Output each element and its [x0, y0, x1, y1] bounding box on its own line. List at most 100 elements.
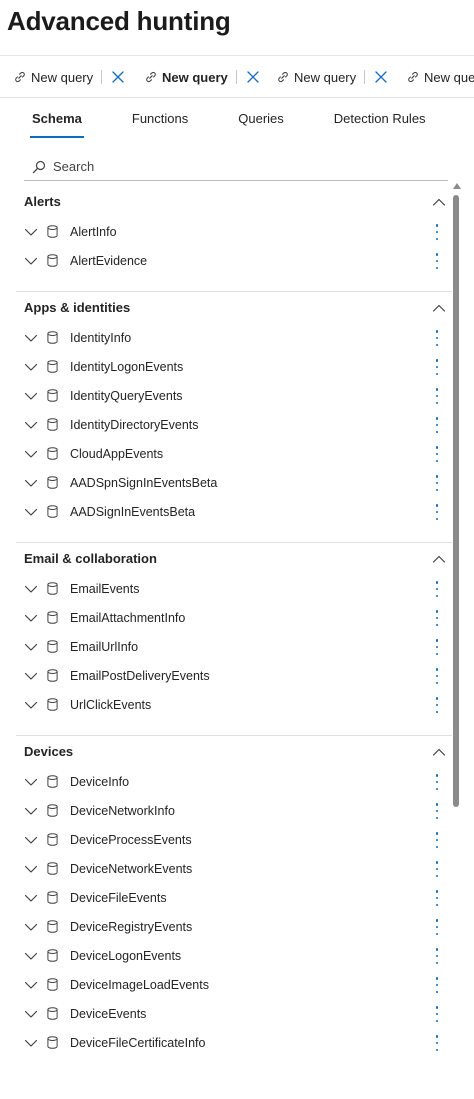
more-vertical-icon[interactable]: [434, 330, 440, 346]
database-icon: [47, 833, 58, 846]
more-vertical-icon[interactable]: [434, 639, 440, 655]
schema-table-row[interactable]: CloudAppEvents: [16, 439, 452, 468]
schema-table-row[interactable]: UrlClickEvents: [16, 690, 452, 719]
scrollbar-thumb[interactable]: [453, 195, 459, 807]
more-vertical-icon[interactable]: [434, 359, 440, 375]
section-header[interactable]: Devices: [16, 736, 452, 767]
query-tab[interactable]: New query: [277, 56, 388, 97]
schema-table-row[interactable]: IdentityQueryEvents: [16, 381, 452, 410]
chevron-down-icon[interactable]: [24, 254, 38, 268]
section-header[interactable]: Apps & identities: [16, 292, 452, 323]
query-tab[interactable]: New que: [407, 56, 474, 97]
more-vertical-icon[interactable]: [434, 1035, 440, 1051]
table-name: IdentityQueryEvents: [70, 388, 183, 403]
tab-queries[interactable]: Queries: [226, 108, 296, 138]
schema-table-row[interactable]: EmailAttachmentInfo: [16, 603, 452, 632]
chevron-down-icon[interactable]: [24, 1036, 38, 1050]
more-vertical-icon[interactable]: [434, 388, 440, 404]
chevron-down-icon[interactable]: [24, 505, 38, 519]
schema-table-row[interactable]: DeviceInfo: [16, 767, 452, 796]
search-icon: [32, 160, 46, 174]
chevron-down-icon[interactable]: [24, 611, 38, 625]
schema-table-row[interactable]: DeviceRegistryEvents: [16, 912, 452, 941]
section-header[interactable]: Email & collaboration: [16, 543, 452, 574]
schema-table-row[interactable]: DeviceProcessEvents: [16, 825, 452, 854]
chevron-down-icon[interactable]: [24, 389, 38, 403]
chevron-up-icon[interactable]: [432, 195, 446, 209]
query-tab[interactable]: New query: [14, 56, 125, 97]
schema-scrollbar[interactable]: [452, 183, 461, 1099]
chevron-down-icon[interactable]: [24, 949, 38, 963]
more-vertical-icon[interactable]: [434, 668, 440, 684]
schema-table-row[interactable]: DeviceNetworkInfo: [16, 796, 452, 825]
schema-table-row[interactable]: IdentityInfo: [16, 323, 452, 352]
schema-table-row[interactable]: AlertEvidence: [16, 246, 452, 275]
chevron-down-icon[interactable]: [24, 833, 38, 847]
more-vertical-icon[interactable]: [434, 581, 440, 597]
schema-search-box[interactable]: [24, 153, 448, 181]
more-vertical-icon[interactable]: [434, 504, 440, 520]
schema-table-row[interactable]: DeviceEvents: [16, 999, 452, 1028]
chevron-down-icon[interactable]: [24, 891, 38, 905]
chevron-down-icon[interactable]: [24, 331, 38, 345]
more-vertical-icon[interactable]: [434, 446, 440, 462]
schema-table-row[interactable]: DeviceImageLoadEvents: [16, 970, 452, 999]
chevron-up-icon[interactable]: [432, 552, 446, 566]
more-vertical-icon[interactable]: [434, 697, 440, 713]
chevron-up-icon[interactable]: [432, 745, 446, 759]
schema-search-input[interactable]: [53, 159, 433, 174]
close-icon[interactable]: [111, 70, 125, 84]
more-vertical-icon[interactable]: [434, 1006, 440, 1022]
schema-table-row[interactable]: AlertInfo: [16, 217, 452, 246]
chevron-down-icon[interactable]: [24, 640, 38, 654]
more-vertical-icon[interactable]: [434, 861, 440, 877]
tab-detection-rules[interactable]: Detection Rules: [322, 108, 438, 138]
more-vertical-icon[interactable]: [434, 832, 440, 848]
more-vertical-icon[interactable]: [434, 774, 440, 790]
chevron-down-icon[interactable]: [24, 1007, 38, 1021]
close-icon[interactable]: [374, 70, 388, 84]
close-icon[interactable]: [246, 70, 260, 84]
chevron-down-icon[interactable]: [24, 447, 38, 461]
more-vertical-icon[interactable]: [434, 475, 440, 491]
schema-table-row[interactable]: EmailEvents: [16, 574, 452, 603]
more-vertical-icon[interactable]: [434, 948, 440, 964]
more-vertical-icon[interactable]: [434, 417, 440, 433]
schema-table-row[interactable]: AADSignInEventsBeta: [16, 497, 452, 526]
chevron-down-icon[interactable]: [24, 476, 38, 490]
database-icon: [47, 582, 58, 595]
chevron-down-icon[interactable]: [24, 360, 38, 374]
more-vertical-icon[interactable]: [434, 610, 440, 626]
chevron-down-icon[interactable]: [24, 978, 38, 992]
chevron-down-icon[interactable]: [24, 582, 38, 596]
more-vertical-icon[interactable]: [434, 803, 440, 819]
chevron-down-icon[interactable]: [24, 225, 38, 239]
chevron-down-icon[interactable]: [24, 862, 38, 876]
schema-table-row[interactable]: EmailUrlInfo: [16, 632, 452, 661]
section-header[interactable]: Alerts: [16, 186, 452, 217]
schema-table-row[interactable]: DeviceFileCertificateInfo: [16, 1028, 452, 1057]
chevron-down-icon[interactable]: [24, 920, 38, 934]
chevron-down-icon[interactable]: [24, 669, 38, 683]
schema-table-row[interactable]: AADSpnSignInEventsBeta: [16, 468, 452, 497]
schema-table-row[interactable]: IdentityLogonEvents: [16, 352, 452, 381]
more-vertical-icon[interactable]: [434, 890, 440, 906]
schema-table-row[interactable]: EmailPostDeliveryEvents: [16, 661, 452, 690]
more-vertical-icon[interactable]: [434, 224, 440, 240]
more-vertical-icon[interactable]: [434, 919, 440, 935]
chevron-down-icon[interactable]: [24, 775, 38, 789]
more-vertical-icon[interactable]: [434, 253, 440, 269]
chevron-down-icon[interactable]: [24, 418, 38, 432]
tab-schema[interactable]: Schema: [20, 108, 94, 138]
schema-table-row[interactable]: DeviceLogonEvents: [16, 941, 452, 970]
chevron-down-icon[interactable]: [24, 698, 38, 712]
schema-table-row[interactable]: DeviceFileEvents: [16, 883, 452, 912]
scroll-up-arrow-icon[interactable]: [453, 183, 461, 189]
schema-table-row[interactable]: DeviceNetworkEvents: [16, 854, 452, 883]
more-vertical-icon[interactable]: [434, 977, 440, 993]
chevron-down-icon[interactable]: [24, 804, 38, 818]
schema-table-row[interactable]: IdentityDirectoryEvents: [16, 410, 452, 439]
query-tab[interactable]: New query: [145, 56, 260, 97]
chevron-up-icon[interactable]: [432, 301, 446, 315]
tab-functions[interactable]: Functions: [120, 108, 200, 138]
